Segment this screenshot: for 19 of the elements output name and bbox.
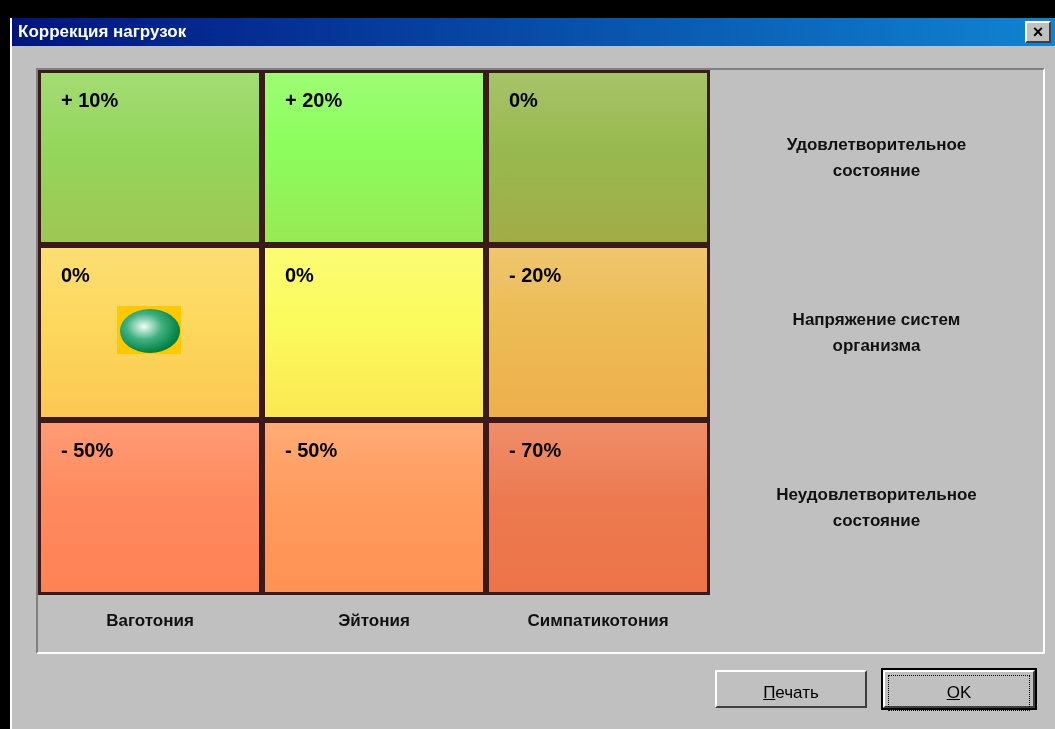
percent-label: 0%: [509, 89, 538, 111]
percent-label: 0%: [61, 264, 90, 286]
percent-label: - 70%: [509, 439, 562, 461]
tone-label: Симпатикотония: [527, 610, 669, 633]
state-label: Неудовлетворительное состояние: [775, 484, 978, 532]
print-button[interactable]: Печать: [715, 670, 867, 708]
state-label: Напряжение систем организма: [791, 309, 962, 357]
state-label: Удовлетворительное состояние: [785, 134, 968, 182]
percent-label: 0%: [285, 264, 314, 286]
percent-label: - 50%: [285, 439, 338, 461]
tone-label: Эйтония: [338, 610, 410, 633]
close-button[interactable]: ×: [1025, 21, 1051, 43]
percent-label: + 10%: [61, 89, 119, 111]
window-title: Коррекция нагрузок: [18, 21, 187, 44]
percent-label: - 20%: [509, 264, 562, 286]
percent-label: - 50%: [61, 439, 114, 461]
ok-button[interactable]: OK: [883, 670, 1035, 708]
percent-label: + 20%: [285, 89, 343, 111]
tone-label: Ваготония: [106, 610, 194, 633]
